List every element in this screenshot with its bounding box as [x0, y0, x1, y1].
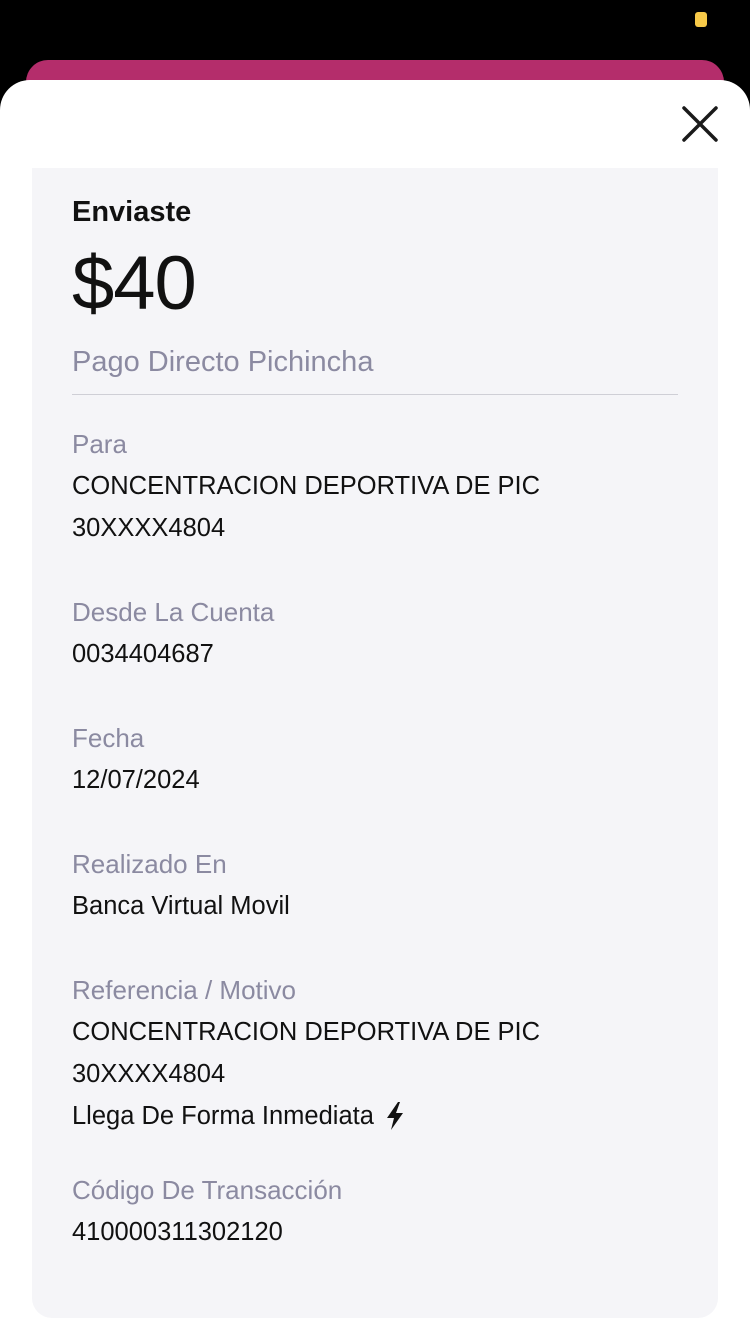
- source-account: 0034404687: [72, 640, 214, 668]
- receipt-content: Enviaste $40 Pago Directo Pichincha Para…: [72, 194, 678, 1253]
- field-label-referencia: Referencia / Motivo: [72, 975, 296, 1005]
- amount-value: $40: [72, 241, 197, 326]
- lightning-bolt-icon: [386, 1102, 403, 1130]
- field-label-codigo: Código De Transacción: [72, 1175, 343, 1205]
- reference-account: 30XXXX4804: [72, 1060, 226, 1088]
- reference-name: CONCENTRACION DEPORTIVA DE PIC: [72, 1018, 541, 1046]
- sent-label: Enviaste: [72, 196, 192, 228]
- close-button[interactable]: [678, 102, 722, 146]
- field-fecha: Fecha 12/07/2024: [72, 721, 678, 801]
- status-indicator: [695, 12, 707, 27]
- transaction-code: 410000311302120: [72, 1218, 283, 1246]
- field-codigo: Código De Transacción 410000311302120: [72, 1173, 678, 1253]
- receipt-card: Enviaste $40 Pago Directo Pichincha Para…: [32, 168, 718, 1318]
- field-label-para: Para: [72, 429, 127, 459]
- recipient-account: 30XXXX4804: [72, 514, 226, 542]
- field-referencia: Referencia / Motivo CONCENTRACION DEPORT…: [72, 973, 678, 1137]
- recipient-name: CONCENTRACION DEPORTIVA DE PIC: [72, 472, 541, 500]
- receipt-modal: Enviaste $40 Pago Directo Pichincha Para…: [0, 80, 750, 1334]
- payment-type: Pago Directo Pichincha: [72, 344, 678, 395]
- field-label-realizado: Realizado En: [72, 849, 227, 879]
- delivery-note: Llega De Forma Inmediata: [72, 1102, 374, 1130]
- field-label-fecha: Fecha: [72, 723, 145, 753]
- close-icon: [682, 106, 718, 142]
- date-value: 12/07/2024: [72, 766, 200, 794]
- field-realizado: Realizado En Banca Virtual Movil: [72, 847, 678, 927]
- field-para: Para CONCENTRACION DEPORTIVA DE PIC 30XX…: [72, 427, 678, 549]
- channel-value: Banca Virtual Movil: [72, 892, 290, 920]
- field-label-desde: Desde La Cuenta: [72, 597, 275, 627]
- field-desde: Desde La Cuenta 0034404687: [72, 595, 678, 675]
- delivery-note-row: Llega De Forma Inmediata: [72, 1095, 678, 1137]
